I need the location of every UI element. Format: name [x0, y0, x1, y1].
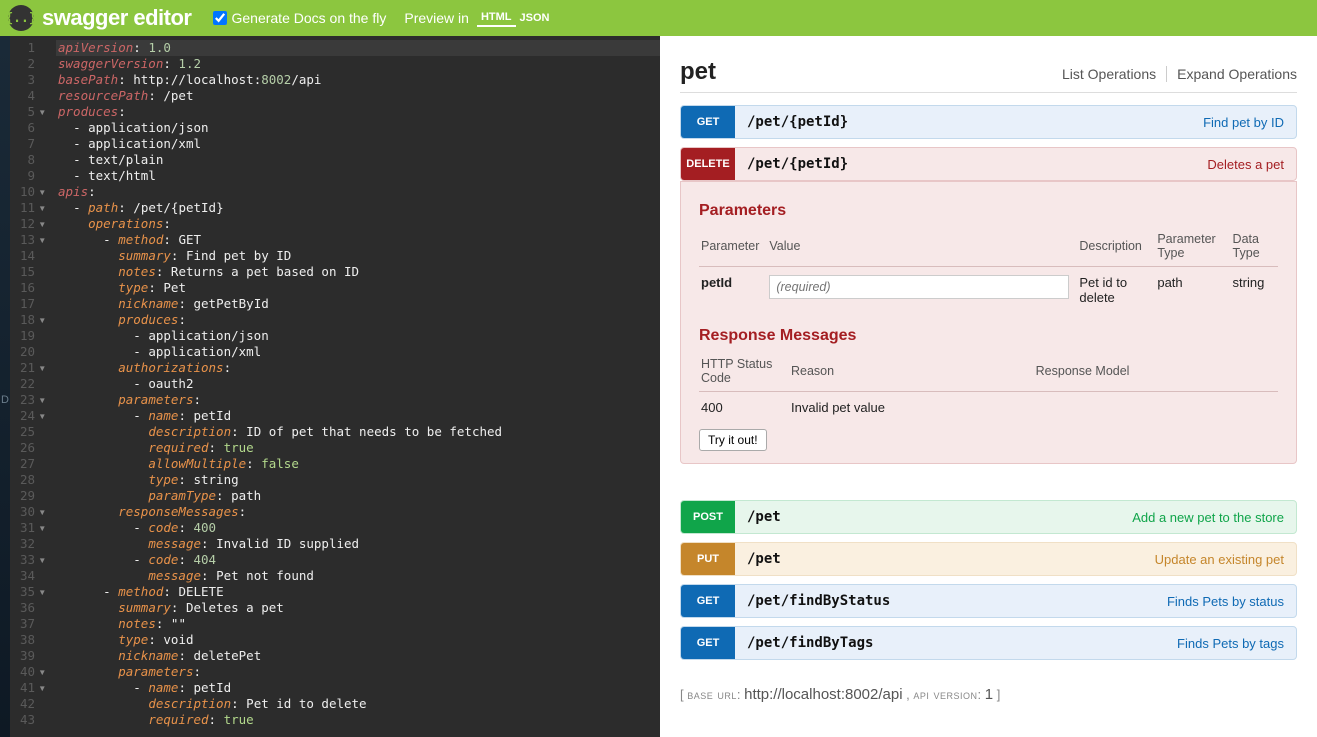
yaml-editor[interactable]: 1 2 3 4 5▾6 7 8 9 10▾11▾12▾13▾14 15 16 1…: [0, 36, 660, 737]
table-row: petIdPet id to deletepathstring: [699, 267, 1278, 314]
method-badge: GET: [681, 627, 735, 659]
operation-row-delete[interactable]: DELETE/pet/{petId}Deletes a pet: [680, 147, 1297, 181]
operation-summary: Update an existing pet: [1155, 552, 1296, 567]
background-artifact: [0, 36, 10, 737]
operation-row-post[interactable]: POST/petAdd a new pet to the store: [680, 500, 1297, 534]
format-tabs: HTML JSON: [477, 9, 554, 27]
preview-in-label: Preview in: [404, 10, 469, 26]
topbar: {..} swagger editor Generate Docs on the…: [0, 0, 1317, 36]
operation-row-put[interactable]: PUT/petUpdate an existing pet: [680, 542, 1297, 576]
method-badge: GET: [681, 106, 735, 138]
method-badge: PUT: [681, 543, 735, 575]
operation-summary: Add a new pet to the store: [1132, 510, 1296, 525]
method-badge: POST: [681, 501, 735, 533]
operation-summary: Finds Pets by tags: [1177, 636, 1296, 651]
resource-name[interactable]: pet: [680, 58, 716, 86]
operation-path: /pet: [747, 551, 1155, 567]
preview-pane: pet List Operations Expand Operations GE…: [660, 36, 1317, 737]
operation-row-get[interactable]: GET/pet/findByTagsFinds Pets by tags: [680, 626, 1297, 660]
responses-table: HTTP Status CodeReasonResponse Model400I…: [699, 353, 1278, 423]
try-it-button[interactable]: Try it out!: [699, 429, 767, 451]
expand-operations-link[interactable]: Expand Operations: [1177, 66, 1297, 82]
operation-path: /pet/findByTags: [747, 635, 1177, 651]
swagger-logo-icon: {..}: [8, 5, 34, 31]
operation-summary: Deletes a pet: [1207, 157, 1296, 172]
table-row: 400Invalid pet value: [699, 392, 1278, 424]
editor-code[interactable]: apiVersion: 1.0swaggerVersion: 1.2basePa…: [58, 36, 660, 737]
format-tab-html[interactable]: HTML: [477, 9, 516, 27]
parameters-heading: Parameters: [699, 202, 1278, 220]
operation-expanded-panel: Parameters ParameterValueDescriptionParam…: [680, 181, 1297, 464]
responses-heading: Response Messages: [699, 327, 1278, 345]
background-letter: D: [1, 394, 9, 406]
list-operations-link[interactable]: List Operations: [1062, 66, 1156, 82]
operation-path: /pet/findByStatus: [747, 593, 1167, 609]
generate-docs-toggle[interactable]: Generate Docs on the fly: [213, 10, 386, 26]
method-badge: DELETE: [681, 148, 735, 180]
operation-summary: Finds Pets by status: [1167, 594, 1296, 609]
generate-docs-checkbox[interactable]: [213, 11, 227, 25]
generate-docs-label: Generate Docs on the fly: [231, 10, 386, 26]
footer-meta: [ base url: http://localhost:8002/api , …: [680, 686, 1297, 703]
method-badge: GET: [681, 585, 735, 617]
operation-path: /pet: [747, 509, 1132, 525]
param-value-input[interactable]: [769, 275, 1069, 299]
app-title: swagger editor: [42, 5, 191, 31]
format-tab-json[interactable]: JSON: [516, 10, 554, 26]
resource-header: pet List Operations Expand Operations: [680, 58, 1297, 93]
divider: [1166, 66, 1167, 82]
operation-summary: Find pet by ID: [1203, 115, 1296, 130]
operation-row-get[interactable]: GET/pet/findByStatusFinds Pets by status: [680, 584, 1297, 618]
parameters-table: ParameterValueDescriptionParameter TypeD…: [699, 228, 1278, 313]
operation-row-get[interactable]: GET/pet/{petId}Find pet by ID: [680, 105, 1297, 139]
operation-path: /pet/{petId}: [747, 156, 1207, 172]
operation-path: /pet/{petId}: [747, 114, 1203, 130]
